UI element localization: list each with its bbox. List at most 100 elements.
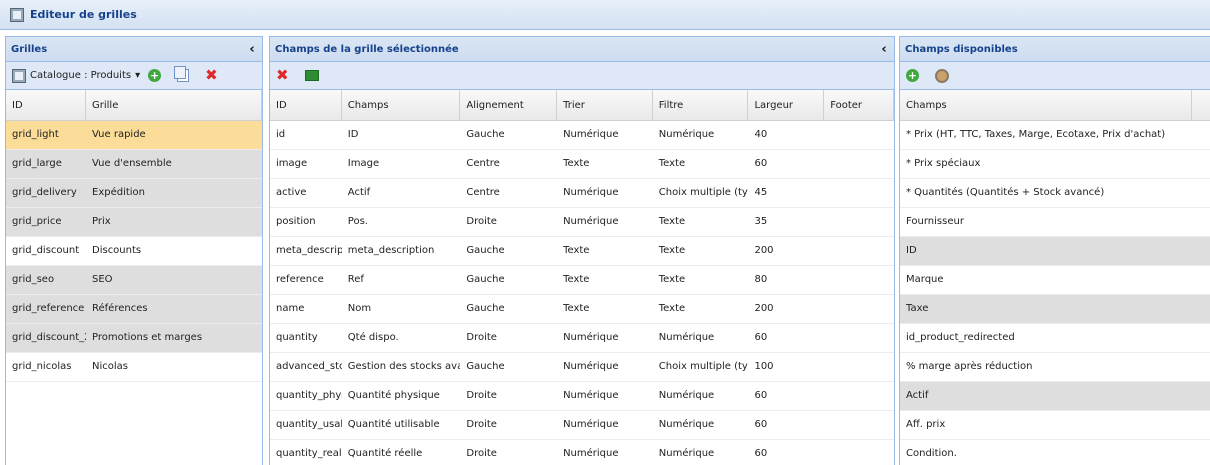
cell-id: grid_price	[12, 216, 62, 227]
table-row[interactable]: grid_seo SEO	[6, 266, 262, 295]
cell-alignement: Gauche	[466, 274, 505, 285]
cell-alignement: Gauche	[466, 361, 505, 372]
list-item[interactable]: % marge après réduction	[900, 353, 1210, 382]
table-row[interactable]: image Image Centre Texte Texte 60	[270, 150, 894, 179]
table-row[interactable]: quantity_physical Quantité physique Droite…	[270, 382, 894, 411]
column-header-largeur[interactable]: Largeur	[748, 90, 825, 121]
column-header-id[interactable]: ID	[6, 90, 86, 121]
list-item[interactable]: Aff. prix	[900, 411, 1210, 440]
available-fields-toolbar: +	[900, 62, 1210, 90]
settings-icon[interactable]	[935, 68, 949, 83]
list-item[interactable]: * Quantités (Quantités + Stock avancé)	[900, 179, 1210, 208]
column-header-champs[interactable]: Champs	[342, 90, 461, 121]
cell-alignement: Gauche	[466, 245, 505, 256]
column-header-alignement[interactable]: Alignement	[460, 90, 558, 121]
cell-champs: Fournisseur	[906, 216, 964, 227]
cell-trier: Numérique	[563, 419, 619, 430]
grid-editor-icon	[10, 7, 24, 22]
table-row[interactable]: active Actif Centre Numérique Choix multiple…	[270, 179, 894, 208]
table-row[interactable]: grid_reference Références	[6, 295, 262, 324]
list-item[interactable]: ID	[900, 237, 1210, 266]
cell-id: quantity_usable	[276, 419, 342, 430]
cell-champs: Actif	[906, 390, 929, 401]
cell-largeur: 40	[754, 129, 768, 140]
add-field-icon[interactable]: +	[906, 69, 919, 82]
list-item[interactable]: Marque	[900, 266, 1210, 295]
cell-champs: Condition.	[906, 448, 957, 459]
available-fields-body: * Prix (HT, TTC, Taxes, Marge, Ecotaxe, …	[900, 121, 1210, 465]
cell-footer	[824, 208, 894, 236]
table-row[interactable]: name Nom Gauche Texte Texte 200	[270, 295, 894, 324]
cell-id: quantity	[276, 332, 318, 343]
table-row[interactable]: position Pos. Droite Numérique Texte 35	[270, 208, 894, 237]
cell-filtre: Choix multiple (type	[658, 187, 749, 198]
cell-alignement: Droite	[466, 332, 497, 343]
cell-trier: Numérique	[563, 129, 619, 140]
list-item[interactable]: Condition.	[900, 440, 1210, 465]
table-row[interactable]: grid_discount Discounts	[6, 237, 262, 266]
cell-footer	[824, 440, 894, 465]
add-grid-icon[interactable]: +	[148, 69, 162, 82]
table-row[interactable]: grid_nicolas Nicolas	[6, 353, 262, 382]
cell-largeur: 60	[754, 158, 768, 169]
cell-champs: Nom	[347, 303, 372, 314]
cell-champs: Ref	[347, 274, 364, 285]
list-item[interactable]: * Prix spéciaux	[900, 150, 1210, 179]
column-header-champs[interactable]: Champs	[900, 90, 1192, 121]
cell-grille: Expédition	[92, 187, 146, 198]
save-fields-icon[interactable]	[304, 70, 319, 81]
cell-champs: ID	[906, 245, 917, 256]
table-row[interactable]: quantity_real Quantité réelle Droite Numéri…	[270, 440, 894, 465]
cell-trier: Texte	[563, 245, 590, 256]
cell-filtre: Choix multiple (type	[658, 361, 749, 372]
cell-champs: Quantité utilisable	[347, 419, 440, 430]
grilles-grid-header: ID Grille	[6, 90, 262, 121]
list-item[interactable]: Fournisseur	[900, 208, 1210, 237]
cell-alignement: Centre	[466, 158, 500, 169]
cell-alignement: Droite	[466, 216, 497, 227]
cell-grille: Promotions et marges	[92, 332, 203, 343]
collapse-left-icon[interactable]: ‹	[242, 42, 262, 57]
table-row[interactable]: quantity_usable Quantité utilisable Droite…	[270, 411, 894, 440]
cell-id: quantity_physical	[276, 390, 342, 401]
cell-largeur: 200	[754, 303, 774, 314]
cell-largeur: 60	[754, 448, 768, 459]
list-item[interactable]: id_product_redirected	[900, 324, 1210, 353]
table-row[interactable]: reference Ref Gauche Texte Texte 80	[270, 266, 894, 295]
table-row[interactable]: advanced_stock Gestion des stocks avancée…	[270, 353, 894, 382]
list-item[interactable]: Actif	[900, 382, 1210, 411]
cell-id: grid_light	[12, 129, 59, 140]
cell-largeur: 200	[754, 245, 774, 256]
column-header-footer[interactable]: Footer	[824, 90, 894, 121]
cell-id: grid_seo	[12, 274, 55, 285]
catalog-dropdown[interactable]: Catalogue : Produits ▾	[12, 68, 140, 83]
cell-id: position	[276, 216, 316, 227]
table-row[interactable]: quantity Qté dispo. Droite Numérique Numériq…	[270, 324, 894, 353]
table-row[interactable]: grid_delivery Expédition	[6, 179, 262, 208]
column-header-filtre[interactable]: Filtre	[653, 90, 749, 121]
delete-field-icon[interactable]: ✖	[276, 68, 289, 83]
table-row[interactable]: grid_discount_2 Promotions et marges	[6, 324, 262, 353]
cell-champs: Aff. prix	[906, 419, 946, 430]
duplicate-grid-icon[interactable]	[174, 66, 190, 82]
collapse-left-icon[interactable]: ‹	[874, 42, 894, 57]
table-row[interactable]: grid_light Vue rapide	[6, 121, 262, 150]
list-item[interactable]: * Prix (HT, TTC, Taxes, Marge, Ecotaxe, …	[900, 121, 1210, 150]
cell-filtre: Numérique	[658, 332, 715, 343]
cell-filtre: Texte	[658, 245, 686, 256]
cell-id: grid_discount_2	[12, 332, 86, 343]
table-row[interactable]: id ID Gauche Numérique Numérique 40	[270, 121, 894, 150]
column-header-trier[interactable]: Trier	[557, 90, 653, 121]
column-header-id[interactable]: ID	[270, 90, 342, 121]
table-row[interactable]: meta_description meta_description Gauche Te…	[270, 237, 894, 266]
cell-alignement: Droite	[466, 448, 497, 459]
cell-id: name	[276, 303, 305, 314]
delete-grid-icon[interactable]: ✖	[205, 68, 218, 83]
table-row[interactable]: grid_price Prix	[6, 208, 262, 237]
cell-trier: Texte	[563, 303, 590, 314]
table-row[interactable]: grid_large Vue d'ensemble	[6, 150, 262, 179]
cell-champs: Gestion des stocks avancée	[347, 361, 461, 372]
list-item[interactable]: Taxe	[900, 295, 1210, 324]
cell-grille: SEO	[92, 274, 113, 285]
column-header-grille[interactable]: Grille	[86, 90, 262, 121]
